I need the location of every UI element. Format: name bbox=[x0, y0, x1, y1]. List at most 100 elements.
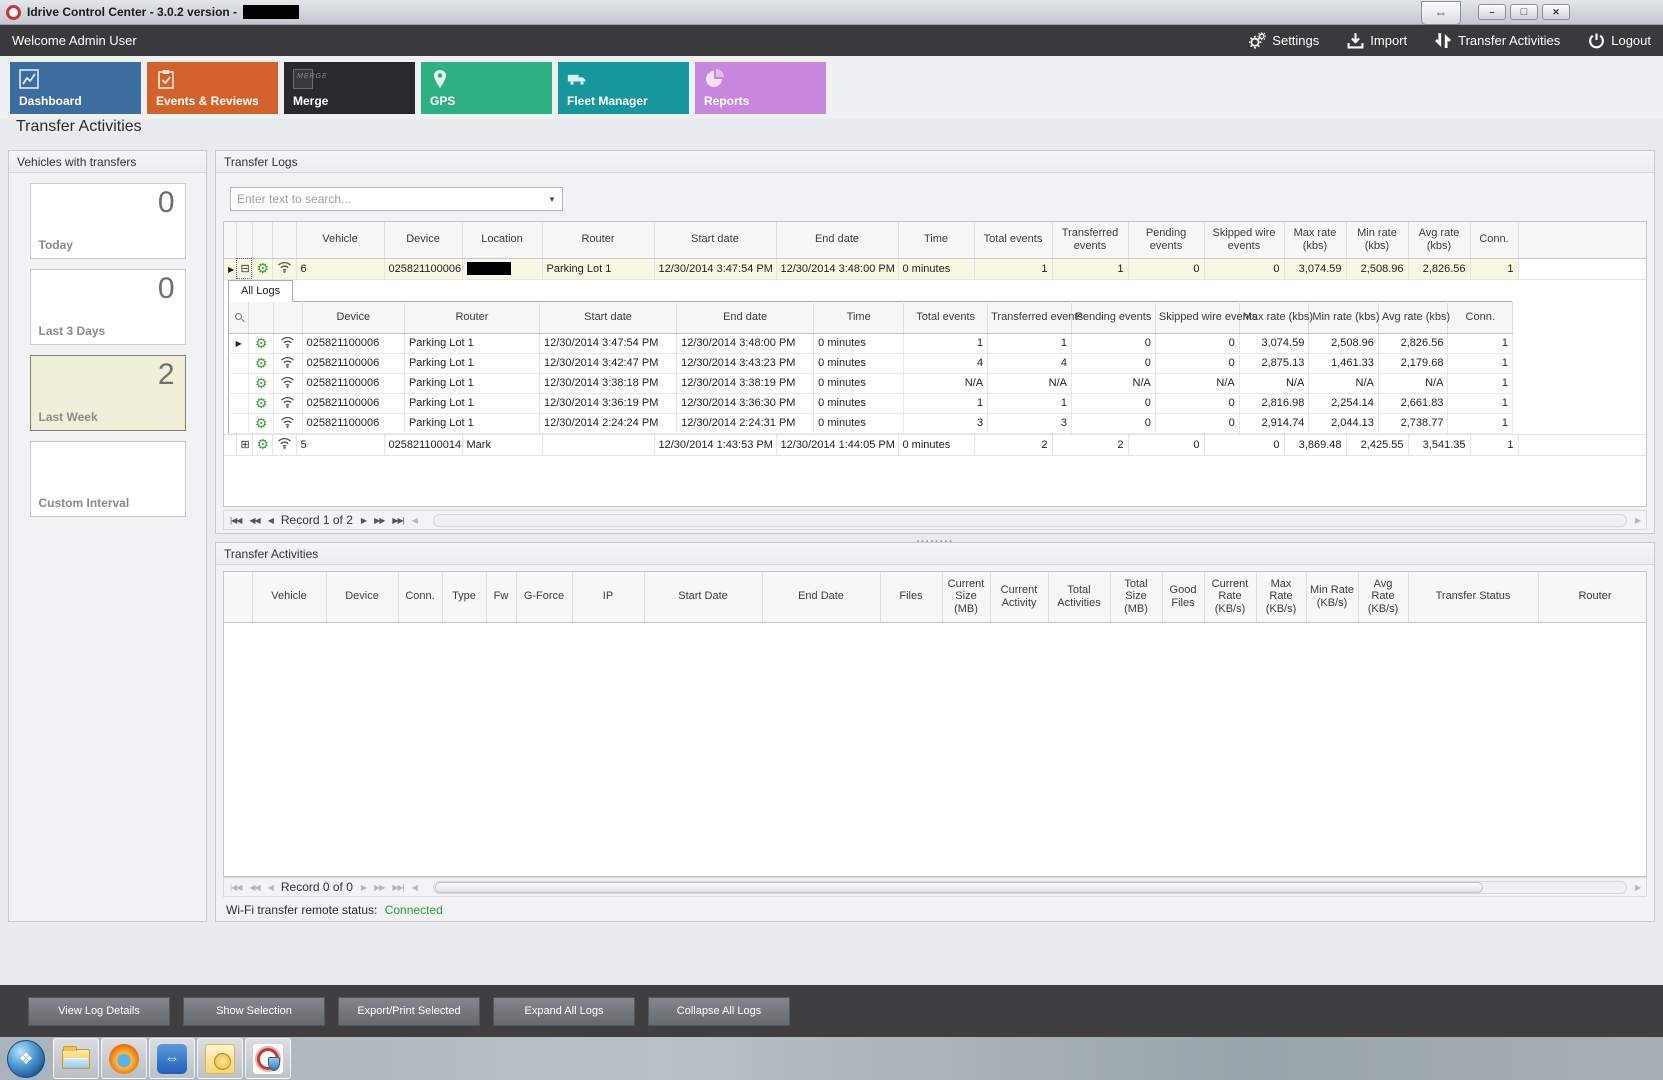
hscroll-left-icon[interactable] bbox=[412, 516, 417, 525]
ta-col-current-rate[interactable]: Current Rate (KB/s) bbox=[1204, 572, 1256, 622]
ta-col-total-activities[interactable]: Total Activities bbox=[1048, 572, 1110, 622]
ta-col-min-rate[interactable]: Min Rate (KB/s) bbox=[1306, 572, 1358, 622]
expand-all-logs-button[interactable]: Expand All Logs bbox=[493, 997, 635, 1026]
table-row[interactable]: 025821100006 Parking Lot 1 12/30/2014 2:… bbox=[229, 413, 1513, 433]
prev-page-icon[interactable] bbox=[249, 516, 259, 525]
col-header-transferred-events[interactable]: Transferred events bbox=[1052, 222, 1128, 258]
sub-col-avg-rate[interactable]: Avg rate (kbs) bbox=[1378, 301, 1448, 333]
card-last-week[interactable]: 2 Last Week bbox=[30, 355, 186, 431]
view-log-details-button[interactable]: View Log Details bbox=[28, 997, 170, 1026]
sub-col-header[interactable] bbox=[274, 301, 303, 333]
search-input[interactable] bbox=[231, 192, 542, 206]
export-print-selected-button[interactable]: Export/Print Selected bbox=[338, 997, 480, 1026]
col-header-device[interactable]: Device bbox=[384, 222, 462, 258]
sub-col-start-date[interactable]: Start date bbox=[539, 301, 676, 333]
remote-panel-toggle-icon[interactable] bbox=[1421, 1, 1461, 25]
col-header-start-date[interactable]: Start date bbox=[654, 222, 776, 258]
sub-col-min-rate[interactable]: Min rate (kbs) bbox=[1309, 301, 1379, 333]
horizontal-scrollbar[interactable] bbox=[433, 514, 1627, 527]
tab-fleet-manager[interactable]: Fleet Manager bbox=[558, 62, 689, 114]
ta-col-type[interactable]: Type bbox=[442, 572, 486, 622]
taskbar-firefox[interactable] bbox=[101, 1038, 147, 1079]
table-row[interactable]: 025821100006 Parking Lot 1 12/30/2014 3:… bbox=[229, 353, 1513, 373]
tab-merge[interactable]: MERGE Merge bbox=[284, 62, 415, 114]
ta-col-current-size[interactable]: Current Size (MB) bbox=[942, 572, 990, 622]
next-page-icon[interactable] bbox=[374, 516, 384, 525]
col-header-location[interactable]: Location bbox=[462, 222, 542, 258]
tab-all-logs[interactable]: All Logs bbox=[228, 280, 293, 302]
taskbar-file-explorer[interactable] bbox=[53, 1038, 99, 1079]
col-header-conn[interactable]: Conn. bbox=[1470, 222, 1518, 258]
sub-col-skipped-wire-events[interactable]: Skipped wire events bbox=[1155, 301, 1239, 333]
last-record-icon[interactable] bbox=[392, 883, 403, 892]
ta-col-device[interactable]: Device bbox=[326, 572, 398, 622]
table-row[interactable]: 025821100006 Parking Lot 1 12/30/2014 3:… bbox=[229, 393, 1513, 413]
ta-col-max-rate[interactable]: Max Rate (KB/s) bbox=[1256, 572, 1306, 622]
taskbar-idrive-app[interactable] bbox=[245, 1038, 291, 1079]
table-row[interactable]: 025821100006 Parking Lot 1 12/30/2014 3:… bbox=[229, 333, 1513, 353]
card-last-3-days[interactable]: 0 Last 3 Days bbox=[30, 269, 186, 345]
ta-col-end-date[interactable]: End Date bbox=[762, 572, 880, 622]
ta-col-total-size[interactable]: Total Size (MB) bbox=[1110, 572, 1162, 622]
sub-col-router[interactable]: Router bbox=[404, 301, 539, 333]
hscroll-right-icon[interactable] bbox=[1635, 516, 1640, 525]
col-header-pending-events[interactable]: Pending events bbox=[1128, 222, 1204, 258]
hscroll-right-icon[interactable] bbox=[1635, 883, 1640, 892]
col-header[interactable] bbox=[252, 222, 272, 258]
ta-col-router[interactable]: Router bbox=[1538, 572, 1647, 622]
sub-col-total-events[interactable]: Total events bbox=[904, 301, 988, 333]
close-button[interactable] bbox=[1542, 4, 1570, 20]
logout-button[interactable]: Logout bbox=[1588, 32, 1651, 49]
chevron-down-icon[interactable] bbox=[542, 194, 562, 205]
tab-events-reviews[interactable]: Events & Reviews bbox=[147, 62, 278, 114]
ta-col-conn[interactable]: Conn. bbox=[398, 572, 442, 622]
col-header-skipped-wire-events[interactable]: Skipped wire events bbox=[1204, 222, 1284, 258]
col-header-end-date[interactable]: End date bbox=[776, 222, 898, 258]
taskbar-teamviewer[interactable] bbox=[149, 1038, 195, 1079]
tab-reports[interactable]: Reports bbox=[695, 62, 826, 114]
prev-page-icon[interactable] bbox=[249, 883, 259, 892]
ta-col-current-activity[interactable]: Current Activity bbox=[990, 572, 1048, 622]
next-record-icon[interactable] bbox=[361, 516, 366, 525]
sub-col-pending-events[interactable]: Pending events bbox=[1071, 301, 1155, 333]
minimize-button[interactable] bbox=[1478, 4, 1506, 20]
col-header-max-rate[interactable]: Max rate (kbs) bbox=[1284, 222, 1346, 258]
next-page-icon[interactable] bbox=[374, 883, 384, 892]
table-row[interactable]: 6 025821100006 Parking Lot 1 12/30/2014 … bbox=[224, 258, 1647, 279]
ta-col-vehicle[interactable]: Vehicle bbox=[252, 572, 326, 622]
expand-row-icon[interactable] bbox=[241, 439, 250, 451]
sub-col-transferred-events[interactable]: Transferred events bbox=[988, 301, 1072, 333]
tab-gps[interactable]: GPS bbox=[421, 62, 552, 114]
hscroll-left-icon[interactable] bbox=[412, 883, 417, 892]
sub-col-end-date[interactable]: End date bbox=[677, 301, 814, 333]
ta-col-good-files[interactable]: Good Files bbox=[1162, 572, 1204, 622]
import-button[interactable]: Import bbox=[1347, 32, 1407, 49]
sub-col-header[interactable] bbox=[249, 301, 274, 333]
collapse-all-logs-button[interactable]: Collapse All Logs bbox=[648, 997, 790, 1026]
ta-col-transfer-status[interactable]: Transfer Status bbox=[1408, 572, 1538, 622]
show-selection-button[interactable]: Show Selection bbox=[183, 997, 325, 1026]
collapse-row-icon[interactable] bbox=[241, 263, 250, 275]
first-record-icon[interactable] bbox=[230, 883, 241, 892]
ta-col-files[interactable]: Files bbox=[880, 572, 942, 622]
col-header-total-events[interactable]: Total events bbox=[974, 222, 1052, 258]
col-header-min-rate[interactable]: Min rate (kbs) bbox=[1346, 222, 1408, 258]
tab-dashboard[interactable]: Dashboard bbox=[10, 62, 141, 114]
start-button[interactable] bbox=[0, 1037, 52, 1080]
sub-col-time[interactable]: Time bbox=[814, 301, 904, 333]
col-header[interactable] bbox=[224, 222, 236, 258]
col-header-time[interactable]: Time bbox=[898, 222, 974, 258]
ta-col-ip[interactable]: IP bbox=[572, 572, 644, 622]
first-record-icon[interactable] bbox=[230, 516, 241, 525]
ta-col-fw[interactable]: Fw bbox=[486, 572, 516, 622]
col-header-vehicle[interactable]: Vehicle bbox=[296, 222, 384, 258]
panel-splitter-handle[interactable] bbox=[215, 534, 1655, 542]
card-today[interactable]: 0 Today bbox=[30, 183, 186, 259]
taskbar-outlook[interactable] bbox=[197, 1038, 243, 1079]
transfer-activities-button[interactable]: Transfer Activities bbox=[1435, 32, 1560, 49]
ta-col-gforce[interactable]: G-Force bbox=[516, 572, 572, 622]
ta-col-header[interactable] bbox=[224, 572, 252, 622]
sub-col-max-rate[interactable]: Max rate (kbs) bbox=[1239, 301, 1309, 333]
table-row[interactable]: 5 025821100014 Mark 12/30/2014 1:43:53 P… bbox=[224, 434, 1647, 455]
horizontal-scrollbar[interactable] bbox=[433, 881, 1627, 894]
